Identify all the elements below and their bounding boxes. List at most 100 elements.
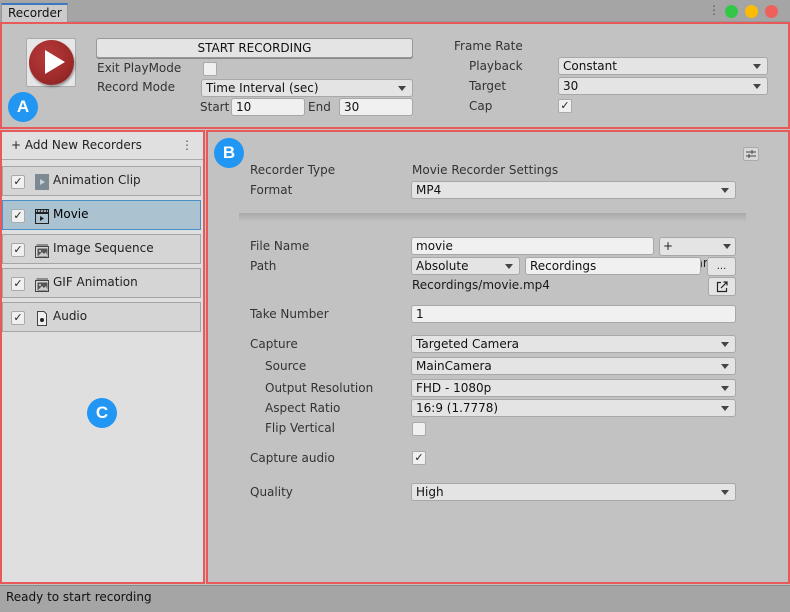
chevron-down-icon: [505, 264, 513, 269]
chevron-down-icon: [723, 244, 731, 249]
recorder-item-gif-animation[interactable]: ✓ GIF Animation: [2, 268, 201, 298]
capture-dropdown[interactable]: Targeted Camera: [411, 335, 736, 353]
source-dropdown[interactable]: MainCamera: [411, 357, 736, 375]
external-link-icon: [716, 281, 728, 293]
record-mode-dropdown[interactable]: Time Interval (sec): [201, 79, 413, 97]
badge-c: C: [87, 398, 117, 428]
aspect-ratio-dropdown[interactable]: 16:9 (1.7778): [411, 399, 736, 417]
path-type-dropdown[interactable]: Absolute: [411, 257, 520, 275]
recorder-item-label: Audio: [53, 309, 88, 323]
target-value: 30: [563, 79, 579, 93]
more-options-icon[interactable]: ⋮: [181, 138, 193, 152]
status-bar: Ready to start recording: [0, 585, 790, 612]
aspect-ratio-label: Aspect Ratio: [265, 401, 341, 415]
source-label: Source: [265, 359, 307, 373]
output-path-text: Recordings/movie.mp4: [412, 278, 550, 292]
section-separator: [239, 213, 746, 222]
frame-rate-label: Frame Rate: [454, 39, 523, 53]
end-input[interactable]: 30: [339, 98, 413, 116]
file-name-label: File Name: [250, 239, 310, 253]
exit-playmode-label: Exit PlayMode: [97, 61, 182, 75]
recorder-item-label: Animation Clip: [53, 173, 141, 187]
file-name-input[interactable]: movie: [411, 237, 654, 255]
cap-label: Cap: [469, 99, 493, 113]
playback-dropdown[interactable]: Constant: [558, 57, 768, 75]
chevron-down-icon: [721, 386, 729, 391]
chevron-down-icon: [398, 86, 406, 91]
wildcards-button[interactable]: + Wildcards: [659, 237, 736, 270]
gif-animation-icon: [35, 278, 49, 292]
record-mode-label: Record Mode: [97, 80, 175, 94]
recorder-item-animation-clip[interactable]: ✓ Animation Clip: [2, 166, 201, 196]
capture-value: Targeted Camera: [416, 337, 520, 351]
quality-value: High: [416, 485, 444, 499]
path-label: Path: [250, 259, 277, 273]
exit-playmode-checkbox[interactable]: [203, 62, 217, 76]
target-dropdown[interactable]: 30: [558, 77, 768, 95]
add-new-recorders-bar[interactable]: + Add New Recorders ⋮: [2, 132, 203, 160]
badge-b: B: [214, 138, 244, 168]
add-new-recorders-button[interactable]: + Add New Recorders: [11, 138, 142, 152]
aspect-ratio-value: 16:9 (1.7778): [416, 401, 499, 415]
path-input[interactable]: Recordings: [525, 257, 701, 275]
flip-vertical-label: Flip Vertical: [265, 421, 335, 435]
chevron-down-icon: [721, 364, 729, 369]
flip-vertical-checkbox[interactable]: [412, 422, 426, 436]
minimize-button[interactable]: [745, 5, 758, 18]
close-button[interactable]: [765, 5, 778, 18]
recorder-item-label: Movie: [53, 207, 89, 221]
recorder-enabled-checkbox[interactable]: ✓: [11, 243, 25, 257]
recorder-item-label: Image Sequence: [53, 241, 154, 255]
recorder-item-movie[interactable]: ✓ Movie: [2, 200, 201, 230]
kebab-menu-icon[interactable]: ⋮: [708, 3, 720, 17]
recorder-enabled-checkbox[interactable]: ✓: [11, 311, 25, 325]
maximize-button[interactable]: [725, 5, 738, 18]
browse-path-button[interactable]: ...: [707, 257, 736, 276]
recorder-enabled-checkbox[interactable]: ✓: [11, 209, 25, 223]
recorder-item-image-sequence[interactable]: ✓ Image Sequence: [2, 234, 201, 264]
start-label: Start: [200, 100, 230, 114]
badge-a: A: [8, 92, 38, 122]
image-sequence-icon: [35, 244, 49, 258]
capture-audio-checkbox[interactable]: ✓: [412, 451, 426, 465]
recorder-item-audio[interactable]: ✓ Audio: [2, 302, 201, 332]
capture-label: Capture: [250, 337, 298, 351]
playback-label: Playback: [469, 59, 523, 73]
quality-label: Quality: [250, 485, 293, 499]
cap-checkbox[interactable]: ✓: [558, 99, 572, 113]
tab-recorder[interactable]: Recorder: [1, 3, 68, 22]
source-value: MainCamera: [416, 359, 492, 373]
recorder-item-label: GIF Animation: [53, 275, 138, 289]
path-type-value: Absolute: [416, 259, 469, 273]
output-resolution-value: FHD - 1080p: [416, 381, 492, 395]
record-mode-value: Time Interval (sec): [206, 81, 319, 95]
format-dropdown[interactable]: MP4: [411, 181, 736, 199]
presets-button[interactable]: [743, 147, 759, 161]
play-triangle-icon: [45, 50, 65, 74]
audio-file-icon: [37, 311, 47, 326]
take-number-input[interactable]: 1: [411, 305, 736, 323]
chevron-down-icon: [721, 342, 729, 347]
recorder-enabled-checkbox[interactable]: ✓: [11, 277, 25, 291]
format-label: Format: [250, 183, 293, 197]
end-label: End: [308, 100, 331, 114]
take-number-label: Take Number: [250, 307, 329, 321]
chevron-down-icon: [721, 406, 729, 411]
chevron-down-icon: [753, 84, 761, 89]
output-resolution-dropdown[interactable]: FHD - 1080p: [411, 379, 736, 397]
open-folder-button[interactable]: [708, 277, 736, 296]
chevron-down-icon: [721, 188, 729, 193]
start-input[interactable]: 10: [231, 98, 305, 116]
output-resolution-label: Output Resolution: [265, 381, 374, 395]
recorder-type-value: Movie Recorder Settings: [412, 163, 559, 177]
format-value: MP4: [416, 183, 442, 197]
chevron-down-icon: [721, 490, 729, 495]
start-recording-button[interactable]: START RECORDING: [96, 38, 413, 58]
record-button[interactable]: [26, 38, 76, 87]
quality-dropdown[interactable]: High: [411, 483, 736, 501]
presets-sliders-icon: [746, 150, 756, 158]
capture-audio-label: Capture audio: [250, 451, 335, 465]
region-c-recorder-list: [0, 130, 205, 584]
recorder-enabled-checkbox[interactable]: ✓: [11, 175, 25, 189]
target-label: Target: [469, 79, 507, 93]
